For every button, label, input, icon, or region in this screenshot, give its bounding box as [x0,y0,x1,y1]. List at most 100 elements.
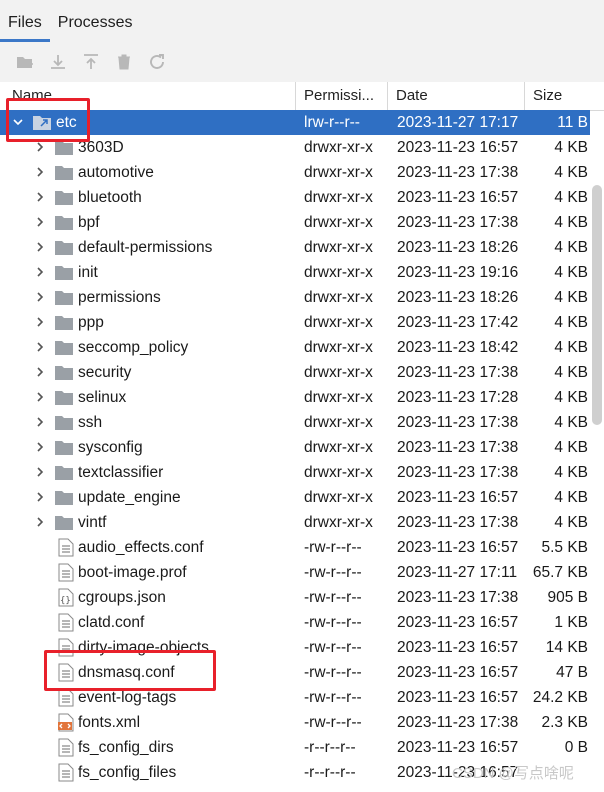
name-cell: textclassifier [0,460,296,485]
file-row[interactable]: fonts.xml -rw-r--r-- 2023-11-23 17:38 2.3 K… [0,710,590,735]
file-name: sysconfig [78,439,143,456]
trash-icon [118,54,130,70]
file-row[interactable]: permissions drwxr-xr-x 2023-11-23 18:26 4 K… [0,285,590,310]
size-cell: 11 B [557,114,588,131]
header-name[interactable]: Name [0,82,296,110]
chevron-right-icon[interactable] [34,166,46,178]
file-row[interactable]: event-log-tags -rw-r--r-- 2023-11-23 16:57… [0,685,590,710]
vertical-scrollbar[interactable] [592,185,602,425]
file-row[interactable]: automotive drwxr-xr-x 2023-11-23 17:38 4 KB [0,160,590,185]
file-row[interactable]: bpf drwxr-xr-x 2023-11-23 17:38 4 KB [0,210,590,235]
chevron-right-icon[interactable] [34,341,46,353]
chevron-right-icon[interactable] [34,266,46,278]
file-row[interactable]: clatd.conf -rw-r--r-- 2023-11-23 16:57 1 KB [0,610,590,635]
size-cell: 4 KB [554,339,588,356]
permissions-cell: -rw-r--r-- [304,589,362,606]
chevron-right-icon[interactable] [34,316,46,328]
delete-button[interactable] [113,51,135,73]
file-icon [58,638,74,657]
name-cell: clatd.conf [0,610,296,635]
date-cell: 2023-11-23 16:57 [397,139,519,156]
chevron-right-icon[interactable] [34,416,46,428]
permissions-cell: -rw-r--r-- [304,564,362,581]
header-date[interactable]: Date [388,82,525,110]
file-row[interactable]: audio_effects.conf -rw-r--r-- 2023-11-23 1… [0,535,590,560]
file-row[interactable]: dirty-image-objects -rw-r--r-- 2023-11-23 … [0,635,590,660]
file-row[interactable]: 3603D drwxr-xr-x 2023-11-23 16:57 4 KB [0,135,590,160]
tab-files[interactable]: Files [0,10,50,42]
file-name: audio_effects.conf [78,539,204,556]
file-name: fs_config_dirs [78,739,174,756]
file-row[interactable]: boot-image.prof -rw-r--r-- 2023-11-27 17:1… [0,560,590,585]
file-tree: etc lrw-r--r-- 2023-11-27 17:17 11 B 3603D dr… [0,110,590,785]
file-icon [58,663,74,682]
watermark: CSDN @写点啥呢 [452,765,574,782]
refresh-button[interactable] [146,51,168,73]
chevron-right-icon[interactable] [34,241,46,253]
size-cell: 4 KB [554,164,588,181]
file-row[interactable]: dnsmasq.conf -rw-r--r-- 2023-11-23 16:57 47… [0,660,590,685]
date-cell: 2023-11-27 17:11 [397,564,518,581]
size-cell: 4 KB [554,514,588,531]
date-cell: 2023-11-23 17:38 [397,514,519,531]
file-row[interactable]: ppp drwxr-xr-x 2023-11-23 17:42 4 KB [0,310,590,335]
file-row[interactable]: default-permissions drwxr-xr-x 2023-11-23 … [0,235,590,260]
date-cell: 2023-11-23 18:42 [397,339,519,356]
download-icon [51,55,65,69]
download-button[interactable] [47,51,69,73]
file-row[interactable]: bluetooth drwxr-xr-x 2023-11-23 16:57 4 KB [0,185,590,210]
file-row[interactable]: seccomp_policy drwxr-xr-x 2023-11-23 18:42… [0,335,590,360]
upload-button[interactable] [80,51,102,73]
file-row[interactable]: textclassifier drwxr-xr-x 2023-11-23 17:38… [0,460,590,485]
size-cell: 2.3 KB [541,714,588,731]
name-cell: update_engine [0,485,296,510]
file-row[interactable]: vintf drwxr-xr-x 2023-11-23 17:38 4 KB [0,510,590,535]
name-cell: 3603D [0,135,296,160]
size-cell: 4 KB [554,239,588,256]
chevron-right-icon[interactable] [34,141,46,153]
file-name: boot-image.prof [78,564,187,581]
header-permissions[interactable]: Permissi... [296,82,388,110]
file-row[interactable]: {} cgroups.json -rw-r--r-- 2023-11-23 17:38… [0,585,590,610]
file-row[interactable]: selinux drwxr-xr-x 2023-11-23 17:28 4 KB [0,385,590,410]
name-cell: dnsmasq.conf [0,660,296,685]
file-row[interactable]: ssh drwxr-xr-x 2023-11-23 17:38 4 KB [0,410,590,435]
permissions-cell: -rw-r--r-- [304,714,362,731]
header-size[interactable]: Size [525,82,604,110]
name-cell: ssh [0,410,296,435]
name-cell: fs_config_dirs [0,735,296,760]
tab-processes[interactable]: Processes [50,10,141,42]
chevron-right-icon[interactable] [34,491,46,503]
chevron-right-icon[interactable] [34,291,46,303]
chevron-right-icon[interactable] [34,516,46,528]
date-cell: 2023-11-27 17:17 [397,114,519,131]
permissions-cell: drwxr-xr-x [304,489,373,506]
folder-icon [55,291,73,305]
folder-icon [55,366,73,380]
file-row[interactable]: etc lrw-r--r-- 2023-11-27 17:17 11 B [0,110,590,135]
file-row[interactable]: security drwxr-xr-x 2023-11-23 17:38 4 KB [0,360,590,385]
permissions-cell: -rw-r--r-- [304,639,362,656]
chevron-right-icon[interactable] [34,191,46,203]
size-cell: 4 KB [554,314,588,331]
chevron-down-icon[interactable] [12,116,24,128]
size-cell: 4 KB [554,364,588,381]
file-row[interactable]: init drwxr-xr-x 2023-11-23 19:16 4 KB [0,260,590,285]
chevron-right-icon[interactable] [34,441,46,453]
file-row[interactable]: sysconfig drwxr-xr-x 2023-11-23 17:38 4 KB [0,435,590,460]
permissions-cell: drwxr-xr-x [304,414,373,431]
file-row[interactable]: fs_config_dirs -r--r--r-- 2023-11-23 16:57… [0,735,590,760]
permissions-cell: -r--r--r-- [304,739,356,756]
folder-icon [55,166,73,180]
name-cell: dirty-image-objects [0,635,296,660]
new-folder-button[interactable] [14,51,36,73]
file-name: event-log-tags [78,689,177,706]
file-name: update_engine [78,489,181,506]
file-row[interactable]: update_engine drwxr-xr-x 2023-11-23 16:57 4… [0,485,590,510]
chevron-right-icon[interactable] [34,366,46,378]
chevron-right-icon[interactable] [34,216,46,228]
file-name: fonts.xml [78,714,141,731]
chevron-right-icon[interactable] [34,391,46,403]
chevron-right-icon[interactable] [34,466,46,478]
permissions-cell: -rw-r--r-- [304,689,362,706]
